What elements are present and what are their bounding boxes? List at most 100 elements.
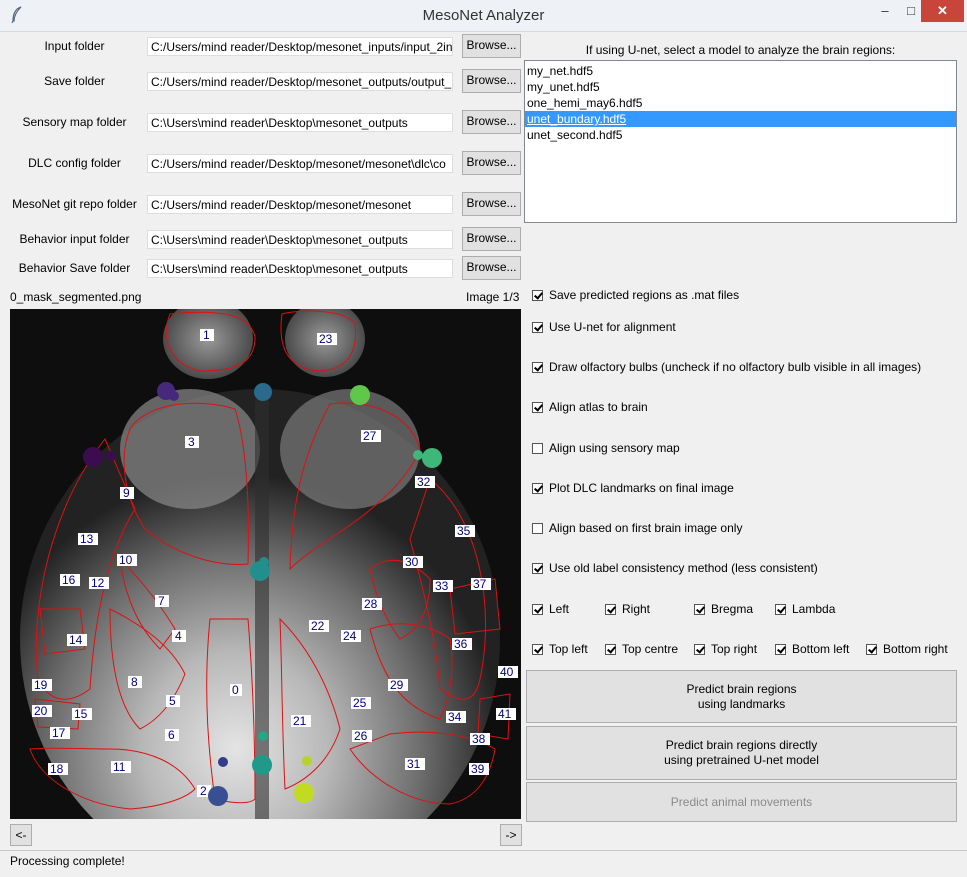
sensory-map-folder-label: Sensory map folder (22, 115, 127, 129)
option-label: Use old label consistency method (less c… (549, 561, 818, 575)
region-label: 8 (131, 675, 138, 689)
region-label: 4 (175, 629, 182, 643)
option-label: Use U-net for alignment (549, 320, 676, 334)
landmark-lambda-checkbox[interactable]: Lambda (775, 601, 835, 617)
close-button[interactable]: ✕ (921, 0, 964, 22)
use-unet-checkbox[interactable]: Use U-net for alignment (532, 319, 676, 335)
landmark-top-centre-checkbox[interactable]: Top centre (605, 641, 678, 657)
landmark-label: Lambda (792, 602, 836, 616)
region-label: 0 (232, 683, 239, 697)
region-label: 32 (417, 475, 431, 489)
checkbox-box[interactable] (532, 644, 543, 655)
landmark-right-checkbox[interactable]: Right (605, 601, 650, 617)
region-label: 31 (407, 757, 421, 771)
browse-behavior-save-button[interactable]: Browse... (462, 256, 521, 280)
predict-movements-button[interactable]: Predict animal movements (526, 782, 957, 822)
checkbox-box[interactable] (605, 644, 616, 655)
checkbox-box[interactable] (532, 402, 543, 413)
region-label: 15 (74, 707, 88, 721)
status-text: Processing complete! (10, 854, 125, 868)
region-label: 36 (454, 637, 468, 651)
browse-behavior-input-button[interactable]: Browse... (462, 227, 521, 251)
checkbox-box[interactable] (532, 362, 543, 373)
landmark-left-checkbox[interactable]: Left (532, 601, 569, 617)
checkbox-box[interactable] (532, 523, 543, 534)
landmark-label: Right (622, 602, 651, 616)
checkbox-box[interactable] (532, 483, 543, 494)
checkbox-box[interactable] (532, 563, 543, 574)
region-label: 10 (119, 553, 133, 567)
model-item[interactable]: one_hemi_may6.hdf5 (525, 95, 956, 111)
region-label: 7 (158, 594, 165, 608)
landmark-bottom-left-checkbox[interactable]: Bottom left (775, 641, 849, 657)
save-folder-field[interactable]: C:/Users/mind reader/Desktop/mesonet_out… (147, 72, 453, 91)
landmark-label: Top right (711, 642, 758, 656)
model-item[interactable]: unet_second.hdf5 (525, 127, 956, 143)
browse-save-button[interactable]: Browse... (462, 69, 521, 93)
git-repo-folder-field[interactable]: C:/Users/mind reader/Desktop/mesonet/mes… (147, 195, 453, 214)
checkbox-box[interactable] (532, 322, 543, 333)
behavior-input-folder-field[interactable]: C:\Users\mind reader\Desktop\mesonet_out… (147, 230, 453, 249)
model-item[interactable]: my_unet.hdf5 (525, 79, 956, 95)
checkbox-box[interactable] (694, 604, 705, 615)
model-item[interactable]: my_net.hdf5 (525, 63, 956, 79)
browse-dlc-button[interactable]: Browse... (462, 151, 521, 175)
checkbox-box[interactable] (775, 604, 786, 615)
button-line: using landmarks (697, 696, 786, 711)
align-sensory-checkbox[interactable]: Align using sensory map (532, 440, 680, 456)
checkbox-box[interactable] (694, 644, 705, 655)
window-title: MesoNet Analyzer (422, 7, 545, 24)
checkbox-box[interactable] (532, 443, 543, 454)
predict-landmarks-button[interactable]: Predict brain regions using landmarks (526, 670, 957, 723)
region-label: 3 (188, 435, 195, 449)
previous-image-button[interactable]: <- (10, 824, 32, 846)
minimize-button[interactable]: – (872, 0, 898, 22)
save-mat-checkbox[interactable]: Save predicted regions as .mat files (532, 287, 739, 303)
checkbox-box[interactable] (775, 644, 786, 655)
region-label: 25 (353, 696, 367, 710)
region-label: 37 (473, 577, 487, 591)
button-line: Predict brain regions directly (665, 738, 818, 752)
region-label: 13 (80, 532, 94, 546)
checkbox-box[interactable] (532, 604, 543, 615)
checkbox-box[interactable] (605, 604, 616, 615)
landmark-label: Bottom left (792, 642, 850, 656)
region-label: 33 (435, 579, 449, 593)
sensory-map-folder-field[interactable]: C:\Users\mind reader\Desktop\mesonet_out… (147, 113, 453, 132)
region-label: 20 (34, 704, 48, 718)
behavior-input-folder-label: Behavior input folder (19, 232, 130, 246)
landmark-label: Bregma (711, 602, 754, 616)
region-label: 17 (52, 726, 66, 740)
image-counter: Image 1/3 (466, 290, 520, 304)
region-label: 40 (500, 665, 514, 679)
option-label: Plot DLC landmarks on final image (549, 481, 734, 495)
region-label: 39 (471, 762, 485, 776)
model-listbox[interactable]: my_net.hdf5 my_unet.hdf5 one_hemi_may6.h… (524, 60, 957, 223)
align-atlas-checkbox[interactable]: Align atlas to brain (532, 399, 648, 415)
landmark-bottom-right-checkbox[interactable]: Bottom right (866, 641, 948, 657)
next-image-button[interactable]: -> (500, 824, 522, 846)
plot-dlc-checkbox[interactable]: Plot DLC landmarks on final image (532, 480, 734, 496)
region-label: 1 (203, 328, 210, 342)
model-item-selected[interactable]: unet_bundary.hdf5 (525, 111, 956, 127)
align-first-image-checkbox[interactable]: Align based on first brain image only (532, 520, 742, 536)
predict-unet-button[interactable]: Predict brain regions directly using pre… (526, 726, 957, 780)
draw-olfactory-checkbox[interactable]: Draw olfactory bulbs (uncheck if no olfa… (532, 359, 921, 375)
landmark-top-right-checkbox[interactable]: Top right (694, 641, 757, 657)
landmark-label: Left (549, 602, 570, 616)
browse-input-button[interactable]: Browse... (462, 34, 521, 58)
old-label-method-checkbox[interactable]: Use old label consistency method (less c… (532, 560, 818, 576)
option-label: Align atlas to brain (549, 400, 648, 414)
behavior-save-folder-label: Behavior Save folder (18, 261, 131, 275)
checkbox-box[interactable] (532, 290, 543, 301)
browse-git-button[interactable]: Browse... (462, 192, 521, 216)
behavior-save-folder-field[interactable]: C:\Users\mind reader\Desktop\mesonet_out… (147, 259, 453, 278)
dlc-config-folder-field[interactable]: C:/Users/mind reader/Desktop/mesonet/mes… (147, 154, 453, 173)
landmark-top-left-checkbox[interactable]: Top left (532, 641, 588, 657)
checkbox-box[interactable] (866, 644, 877, 655)
input-folder-field[interactable]: C:/Users/mind reader/Desktop/mesonet_inp… (147, 37, 453, 56)
region-label: 19 (34, 678, 48, 692)
landmark-bregma-checkbox[interactable]: Bregma (694, 601, 753, 617)
option-label: Align based on first brain image only (549, 521, 743, 535)
browse-sensory-button[interactable]: Browse... (462, 110, 521, 134)
